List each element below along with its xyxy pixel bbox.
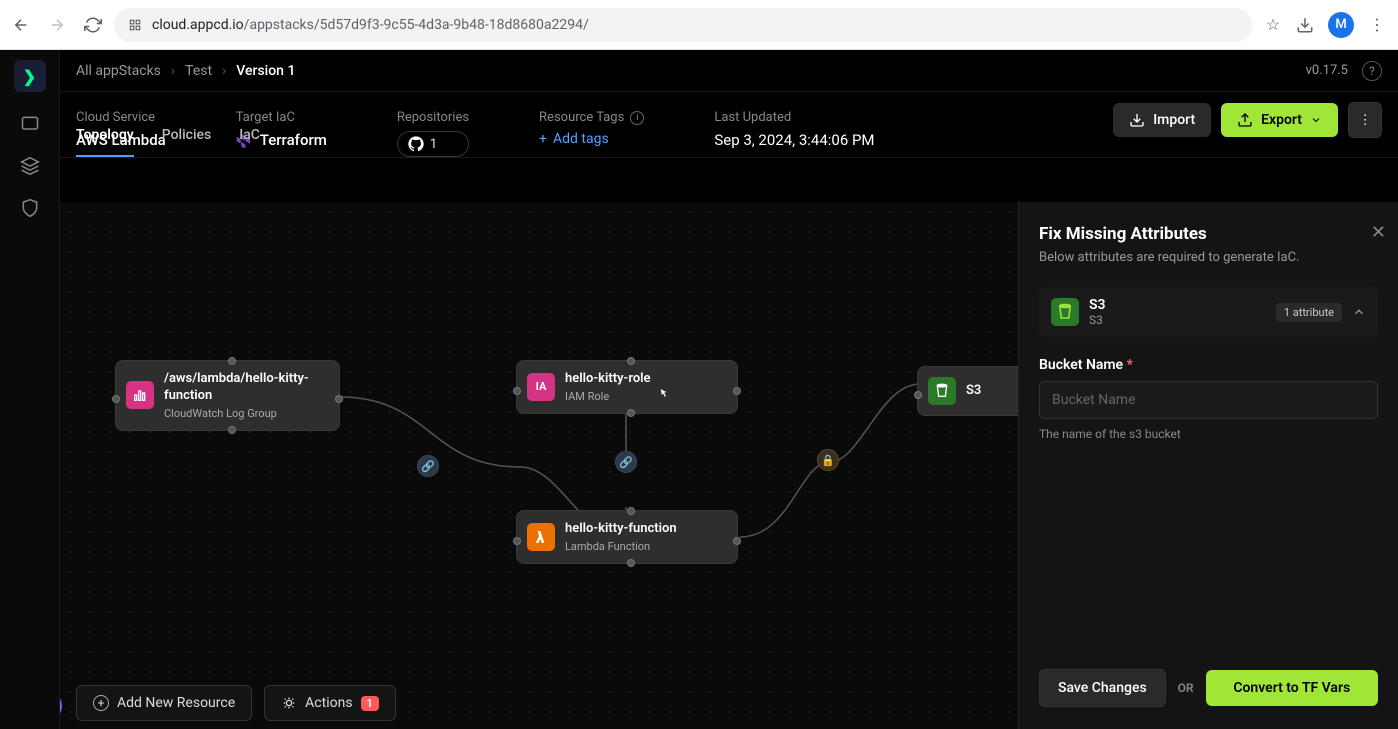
updated-value: Sep 3, 2024, 3:44:06 PM xyxy=(714,131,874,149)
crumb-root[interactable]: All appStacks xyxy=(76,63,161,79)
add-tags-button[interactable]: + Add tags xyxy=(539,131,644,147)
tab-policies[interactable]: Policies xyxy=(162,127,212,157)
cloudwatch-icon xyxy=(126,381,154,409)
chevron-up-icon[interactable] xyxy=(1352,305,1366,319)
node-subtitle: IAM Role xyxy=(565,390,651,403)
node-lambda[interactable]: hello-kitty-function Lambda Function xyxy=(516,510,738,564)
more-menu-button[interactable]: ⋮ xyxy=(1348,102,1382,138)
crumb-leaf: Version 1 xyxy=(236,63,295,79)
import-button[interactable]: Import xyxy=(1113,103,1211,137)
url-bar[interactable]: cloud.appcd.io/appstacks/5d57d9f3-9c55-4… xyxy=(114,8,1252,42)
panel-subtitle: Below attributes are required to generat… xyxy=(1039,250,1378,265)
star-icon[interactable]: ☆ xyxy=(1264,16,1282,34)
browser-chrome: cloud.appcd.io/appstacks/5d57d9f3-9c55-4… xyxy=(0,0,1398,50)
node-role[interactable]: IA hello-kitty-role IAM Role xyxy=(516,360,738,414)
bug-icon xyxy=(281,695,297,711)
tab-iac[interactable]: IaC xyxy=(239,127,260,157)
updated-label: Last Updated xyxy=(714,110,874,125)
actions-button[interactable]: Actions 1 xyxy=(264,685,396,721)
or-divider: OR xyxy=(1178,681,1194,695)
sidebar-nav: ❯ xyxy=(0,50,60,729)
tags-label: Resource Tags i xyxy=(539,110,644,125)
plus-icon: + xyxy=(539,131,547,147)
target-iac-label: Target IaC xyxy=(236,110,327,125)
version-label: v0.17.5 xyxy=(1306,63,1348,78)
fix-attributes-panel: ✕ Fix Missing Attributes Below attribute… xyxy=(1018,202,1398,729)
actions-count-badge: 1 xyxy=(361,696,379,711)
panel-title: Fix Missing Attributes xyxy=(1039,224,1378,244)
link-icon: 🔗 xyxy=(615,451,637,473)
github-icon xyxy=(408,136,424,152)
lambda-icon xyxy=(527,523,555,551)
node-title: S3 xyxy=(966,383,981,400)
export-button[interactable]: Export xyxy=(1221,103,1338,137)
import-icon xyxy=(1129,112,1145,128)
repository-pill[interactable]: 1 xyxy=(397,131,469,157)
node-subtitle: CloudWatch Log Group xyxy=(164,407,325,420)
s3-icon xyxy=(928,377,956,405)
node-title: hello-kitty-function xyxy=(565,521,677,538)
repositories-label: Repositories xyxy=(397,110,469,125)
menu-icon[interactable]: ⋮ xyxy=(1368,16,1386,34)
bucket-name-input[interactable] xyxy=(1039,381,1378,419)
site-settings-icon xyxy=(128,18,142,32)
node-subtitle: Lambda Function xyxy=(565,540,677,553)
plus-circle-icon: + xyxy=(93,695,109,711)
url-domain: cloud.appcd.io xyxy=(152,17,244,33)
close-icon[interactable]: ✕ xyxy=(1371,222,1386,243)
reload-icon[interactable] xyxy=(84,16,102,34)
s3-icon xyxy=(1051,298,1079,326)
back-icon[interactable] xyxy=(12,16,30,34)
nav-shield-icon[interactable] xyxy=(20,198,40,218)
crumb-mid[interactable]: Test xyxy=(185,63,212,79)
lock-icon: 🔒 xyxy=(817,449,839,471)
node-loggroup[interactable]: /aws/lambda/hello-kitty-function CloudWa… xyxy=(115,360,340,431)
chevron-right-icon: › xyxy=(222,63,226,79)
forward-icon[interactable] xyxy=(48,16,66,34)
user-avatar[interactable]: S xyxy=(60,691,62,721)
info-icon[interactable]: i xyxy=(630,111,644,125)
nav-stacks-icon[interactable] xyxy=(20,156,40,176)
attribute-count-badge: 1 attribute xyxy=(1276,303,1342,322)
topology-canvas[interactable]: 🔗 🔗 🔒 /aws/lambda/hello-kitty-function C… xyxy=(60,202,1398,729)
url-path: /appstacks/5d57d9f3-9c55-4d3a-9b48-18d86… xyxy=(244,17,589,33)
chevron-right-icon: › xyxy=(171,63,175,79)
help-icon[interactable]: ? xyxy=(1362,61,1382,81)
resource-row[interactable]: S3 S3 1 attribute xyxy=(1039,287,1378,337)
node-title: hello-kitty-role xyxy=(565,371,651,388)
convert-tf-vars-button[interactable]: Convert to TF Vars xyxy=(1206,670,1378,706)
add-resource-button[interactable]: + Add New Resource xyxy=(76,685,252,721)
cloud-service-label: Cloud Service xyxy=(76,110,166,125)
link-icon: 🔗 xyxy=(417,455,439,477)
iam-icon: IA xyxy=(527,373,555,401)
app-logo[interactable]: ❯ xyxy=(14,60,46,92)
resource-name: S3 xyxy=(1089,297,1266,313)
export-icon xyxy=(1237,112,1253,128)
node-title: /aws/lambda/hello-kitty-function xyxy=(164,371,325,405)
download-icon[interactable] xyxy=(1296,16,1314,34)
profile-avatar[interactable]: M xyxy=(1328,12,1354,38)
save-changes-button[interactable]: Save Changes xyxy=(1039,669,1166,707)
chevron-down-icon xyxy=(1310,114,1322,126)
field-help: The name of the s3 bucket xyxy=(1039,427,1378,441)
tab-topology[interactable]: Topology xyxy=(76,127,134,157)
resource-type: S3 xyxy=(1089,313,1266,327)
nav-dashboard-icon[interactable] xyxy=(20,114,40,134)
field-label: Bucket Name * xyxy=(1039,357,1378,373)
breadcrumb: All appStacks › Test › Version 1 xyxy=(76,63,295,79)
